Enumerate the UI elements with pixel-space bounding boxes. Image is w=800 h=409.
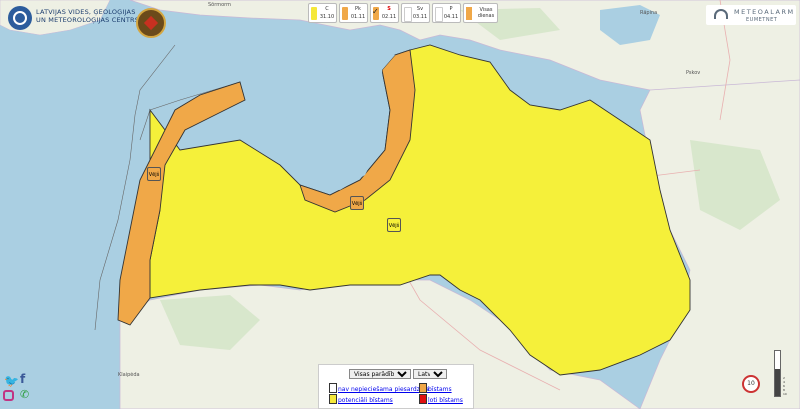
- map-canvas[interactable]: Sõrmorm Räpina Pskov Klaipėda: [0, 0, 800, 409]
- all-days-label: Visas dienas: [474, 7, 498, 19]
- phenomenon-select[interactable]: Visas parādības: [349, 369, 411, 379]
- day-name: Sv: [416, 6, 424, 12]
- legend-very-dangerous[interactable]: ļoti bīstams: [419, 394, 463, 404]
- org-name: LATVIJAS VIDES, ĢEOLOĢIJAS UN METEOROLOĢ…: [36, 8, 140, 24]
- control-panel: Visas parādības Latviešu nav nepieciešam…: [318, 364, 474, 409]
- day-date: 02.11: [381, 14, 397, 20]
- all-days-tab[interactable]: Visas dienas: [463, 3, 498, 23]
- emblem-icon: [136, 8, 166, 38]
- meteoalarm-logo[interactable]: METEOALARM EUMETNET: [706, 5, 796, 25]
- day-name: C: [325, 6, 329, 12]
- day-swatch: [435, 7, 443, 22]
- day-tab-pk[interactable]: Pk 01.11: [339, 3, 368, 23]
- day-date: 31.10: [319, 14, 335, 20]
- day-date: 04.11: [443, 14, 459, 20]
- day-swatch: [342, 7, 348, 20]
- legend-label: bīstams: [428, 386, 452, 393]
- org-name-line2: UN METEOROLOĢIJAS CENTRS: [36, 15, 140, 24]
- day-tab-c[interactable]: C 31.10: [308, 3, 337, 23]
- meteoalarm-subtitle: EUMETNET: [746, 17, 778, 23]
- day-name: S: [387, 6, 391, 12]
- place-label: Sõrmorm: [208, 2, 231, 8]
- check-icon: ✓: [372, 7, 379, 16]
- day-name: Pk: [355, 6, 361, 12]
- day-swatch: [311, 7, 317, 20]
- day-name: P: [449, 6, 453, 12]
- scale-label: 10: [783, 392, 787, 396]
- wind-warning-marker[interactable]: Vējš: [147, 167, 161, 181]
- logo-swirl-icon: [13, 11, 27, 25]
- day-swatch: [404, 7, 412, 22]
- phone-icon[interactable]: ✆: [20, 388, 29, 401]
- legend-label: nav nepieciešama piesardzība: [338, 386, 429, 393]
- legend-swatch: [419, 394, 427, 404]
- place-label: Klaipėda: [118, 372, 140, 378]
- wind-warning-marker[interactable]: Vējš: [350, 196, 364, 210]
- day-tab-s[interactable]: ✓ S 02.11: [370, 3, 399, 23]
- legend-swatch: [329, 383, 337, 393]
- day-tab-sv[interactable]: Sv 03.11: [401, 3, 430, 23]
- twitter-icon[interactable]: 🐦: [4, 374, 19, 388]
- legend-swatch: [329, 394, 337, 404]
- legend-label: ļoti bīstams: [428, 397, 463, 404]
- facebook-icon[interactable]: f: [20, 372, 25, 386]
- legend-label: potenciāli bīstams: [338, 397, 393, 404]
- legend-no-caution[interactable]: nav nepieciešama piesardzība: [329, 383, 429, 393]
- lvgmc-logo: [8, 6, 32, 30]
- day-date: 03.11: [412, 14, 428, 20]
- wind-warning-marker[interactable]: Vējš: [387, 218, 401, 232]
- legend-potential[interactable]: potenciāli bīstams: [329, 394, 393, 404]
- day-date: 01.11: [350, 14, 366, 20]
- language-select[interactable]: Latviešu: [413, 369, 447, 379]
- all-days-line2: dienas: [477, 13, 495, 19]
- wind-speed-icon[interactable]: 10: [742, 375, 760, 393]
- legend-dangerous[interactable]: bīstams: [419, 383, 452, 393]
- instagram-icon[interactable]: [3, 390, 14, 401]
- place-label: Räpina: [640, 10, 657, 16]
- place-label: Pskov: [686, 70, 700, 76]
- legend-swatch: [419, 383, 427, 393]
- emblem-inner: [143, 15, 159, 31]
- all-days-swatch: [466, 7, 472, 20]
- opacity-scale[interactable]: [774, 350, 781, 397]
- day-tab-p[interactable]: P 04.11: [432, 3, 461, 23]
- meteoalarm-arc-icon: [714, 9, 728, 19]
- meteoalarm-title: METEOALARM: [734, 8, 795, 16]
